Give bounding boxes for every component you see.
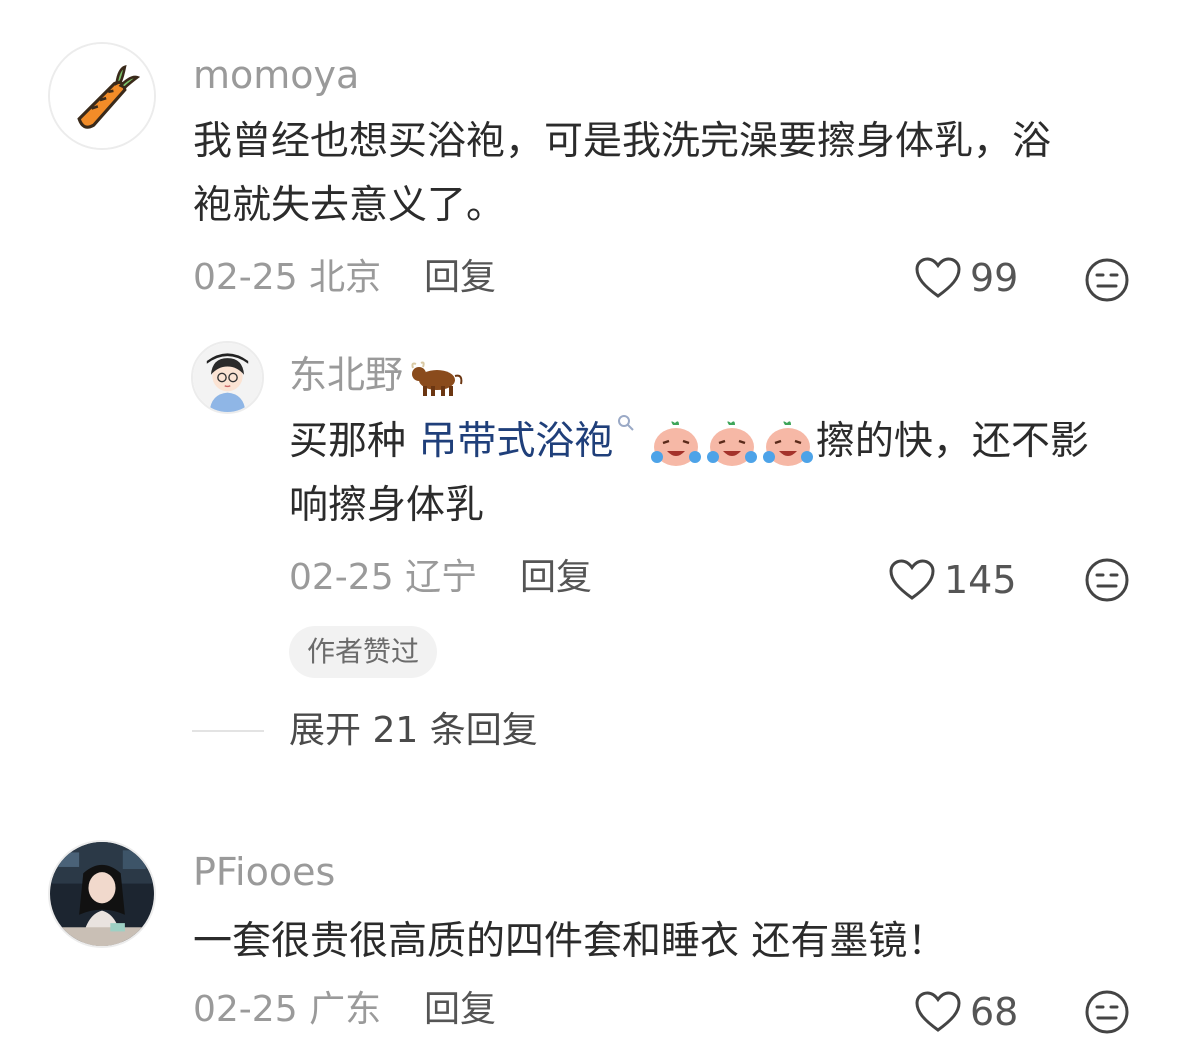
comment-meta: 02-25 北京 [193,260,381,296]
girl-cartoon-icon [193,343,262,412]
username[interactable]: 东北野 [289,356,465,398]
divider [192,730,264,732]
comment-location: 广东 [309,989,382,1030]
comment-list: momoya 我曾经也想买浴袍，可是我洗完澡要擦身体乳，浴 袍就失去意义了。 0… [0,0,1179,1062]
dislike-face-button[interactable] [1084,989,1130,1035]
comment-meta: 02-25 辽宁 [289,560,477,596]
comment-text-segment: 买那种 [289,419,419,464]
heart-icon [915,257,961,298]
comment-date: 02-25 [289,557,394,598]
comment-text-line: 袍就失去意义了。 [193,183,506,228]
comment-date: 02-25 [193,989,298,1030]
like-count: 68 [970,990,1019,1034]
avatar[interactable] [48,840,156,948]
dislike-face-button[interactable] [1084,557,1130,603]
comment-meta: 02-25 广东 [193,992,381,1028]
comment-date: 02-25 [193,257,298,298]
photo-avatar-icon [50,842,154,946]
search-icon [618,415,635,431]
dislike-face-button[interactable] [1084,257,1130,303]
reply-button[interactable]: 回复 [424,992,496,1028]
carrot-icon [50,44,154,148]
like-button[interactable]: 68 [914,990,1018,1034]
ox-icon [411,361,463,396]
username[interactable]: momoya [193,56,359,94]
comment-text-segment: 擦的快，还不影 [815,419,1089,464]
like-count: 99 [970,256,1019,300]
neutral-face-icon [1085,558,1129,602]
comment-text: 我曾经也想买浴袍，可是我洗完澡要擦身体乳，浴 袍就失去意义了。 [193,110,1051,238]
like-button[interactable]: 99 [914,256,1018,300]
comment-location: 北京 [309,257,382,298]
crying-laughing-icon [706,420,757,466]
crying-laughing-icon [762,420,813,466]
comment-text-line: 一套很贵很高质的四件套和睡衣 还有墨镜！ [193,919,947,964]
reply-button[interactable]: 回复 [520,560,592,596]
search-link[interactable]: 吊带式浴袍 [418,419,613,464]
neutral-face-icon [1085,258,1129,302]
neutral-face-icon [1085,990,1129,1034]
expand-replies-button[interactable]: 展开 21 条回复 [289,713,538,749]
author-liked-badge: 作者赞过 [289,626,438,678]
like-button[interactable]: 145 [888,558,1017,602]
comment-text: 一套很贵很高质的四件套和睡衣 还有墨镜！ [193,910,946,974]
like-count: 145 [944,558,1017,602]
comment-text: 买那种 吊带式浴袍 擦的快，还不影 响擦身体乳 [289,410,1089,538]
comment-text-line: 响擦身体乳 [289,483,485,528]
crying-laughing-icon [650,420,701,466]
username[interactable]: PFiooes [193,853,335,891]
comment-text-line: 我曾经也想买浴袍，可是我洗完澡要擦身体乳，浴 [193,119,1052,164]
comment-location: 辽宁 [405,557,478,598]
avatar[interactable] [191,341,264,414]
heart-icon [915,991,961,1032]
reply-button[interactable]: 回复 [424,260,496,296]
heart-icon [889,559,935,600]
avatar[interactable] [48,42,156,150]
